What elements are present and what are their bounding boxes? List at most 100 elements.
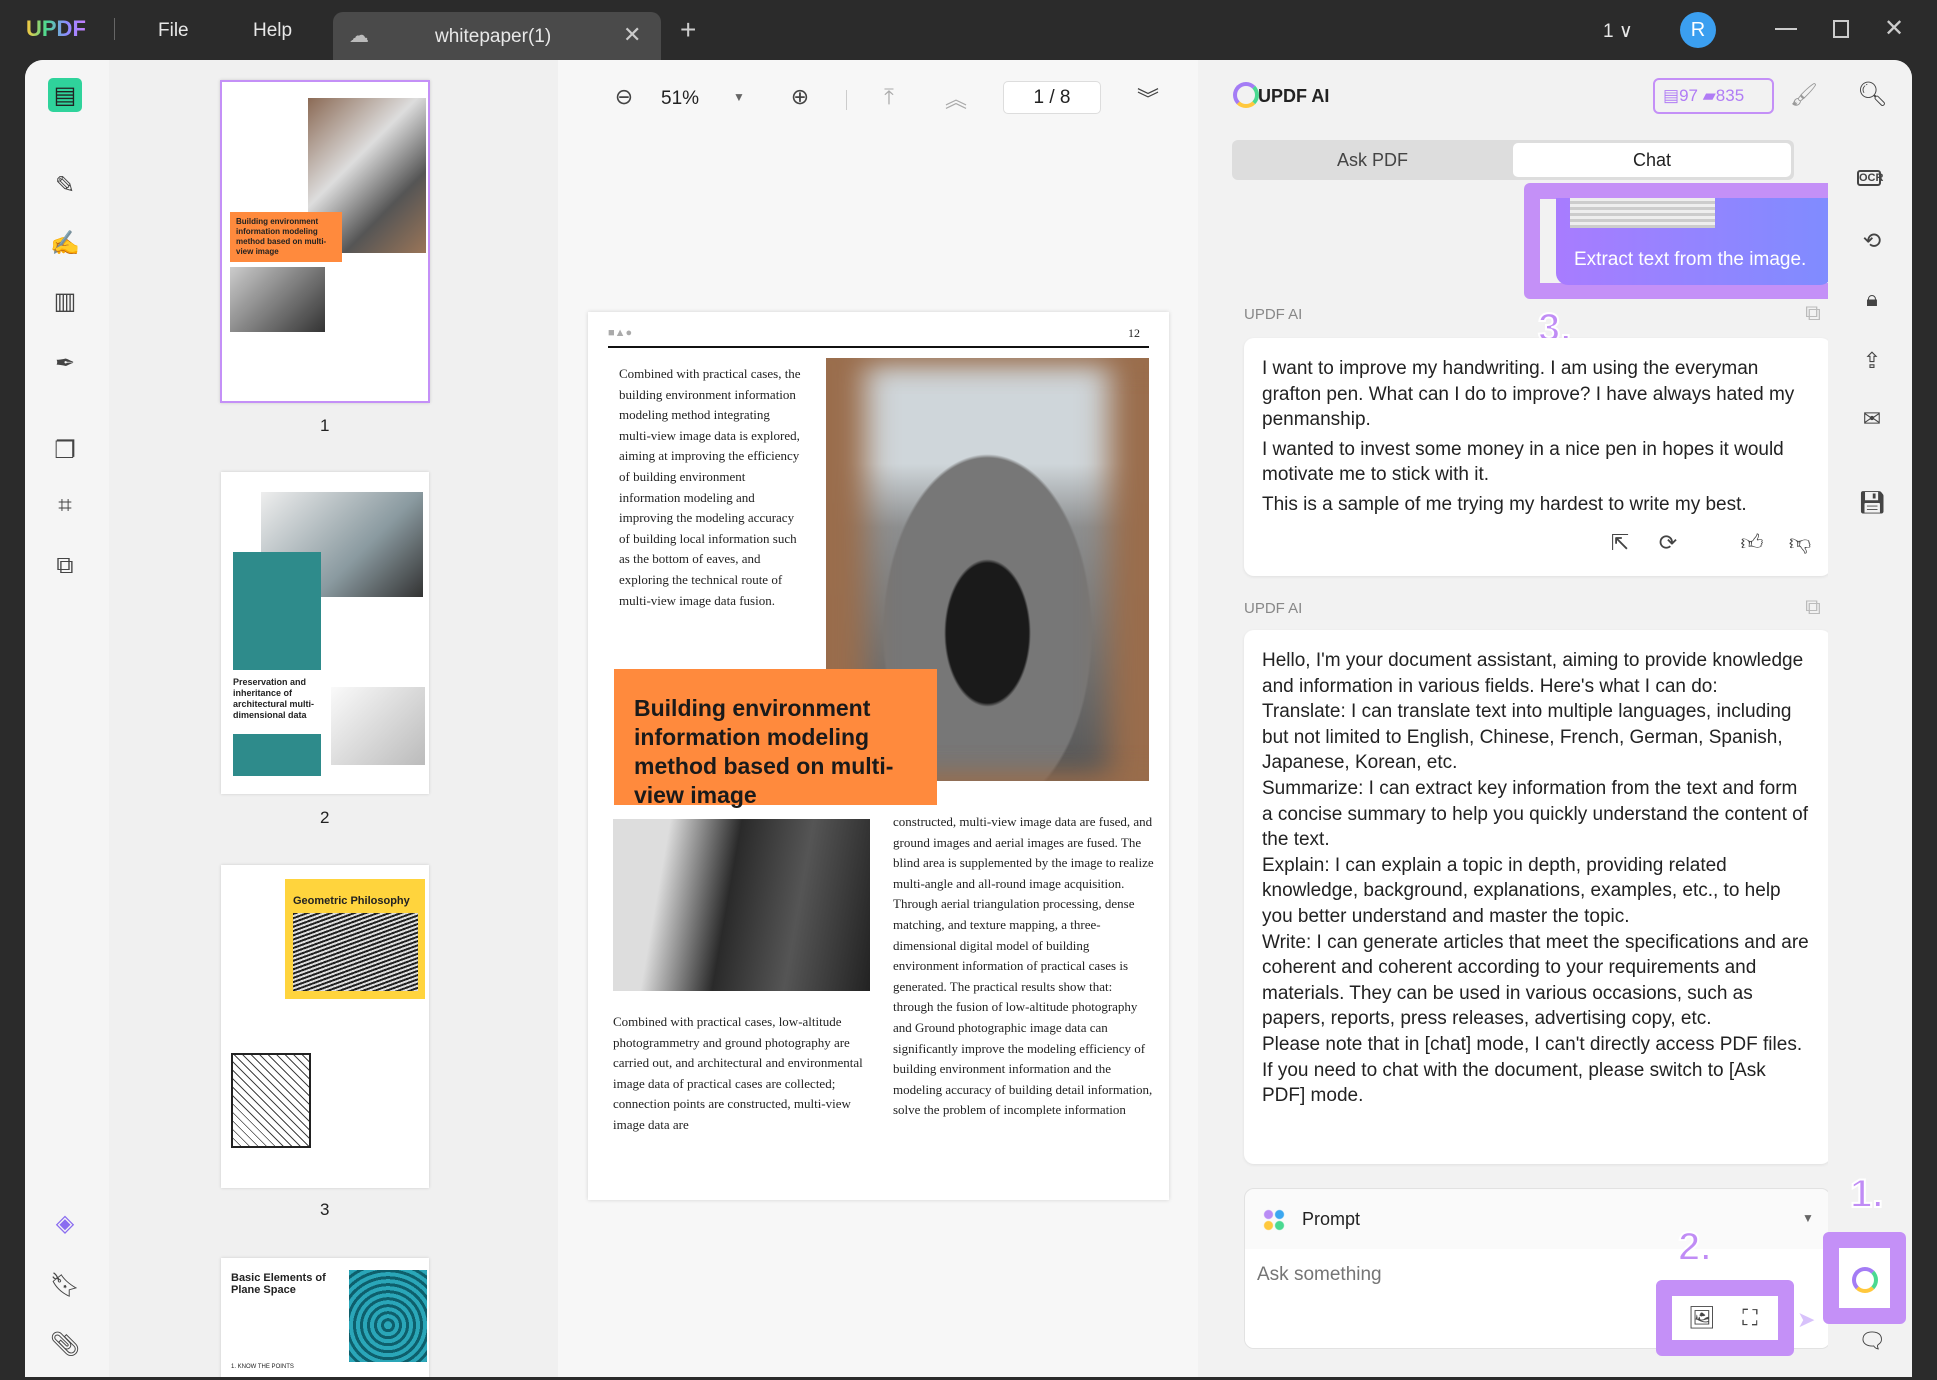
form-icon[interactable]: ▥ — [48, 284, 82, 318]
upload-image-icon[interactable]: 🖼︎ — [1687, 1305, 1717, 1331]
reply-paragraph: I wanted to invest some money in a nice … — [1262, 438, 1784, 486]
credits-badge[interactable]: ▤97 ▰835 — [1653, 78, 1774, 114]
window-count[interactable]: 1 ∨ — [1603, 20, 1633, 43]
convert-icon[interactable]: ⟲ — [1857, 228, 1887, 254]
regenerate-icon[interactable]: ⟳ — [1653, 530, 1683, 556]
thumbnail-image — [293, 913, 418, 991]
updf-ai-button[interactable] — [1852, 1267, 1878, 1293]
pdf-page: ■▲● 12 Combined with practical cases, th… — [588, 312, 1169, 1200]
ai-reply-2: Hello, I'm your document assistant, aimi… — [1244, 630, 1831, 1164]
prompt-dots-icon — [1263, 1209, 1285, 1231]
crop-icon[interactable]: ⌗ — [48, 489, 82, 523]
reply-paragraph: Summarize: I can extract key information… — [1262, 777, 1809, 851]
mode-tabs: Ask PDF Chat — [1232, 140, 1794, 180]
user-message-bubble: Extract text from the image. — [1556, 198, 1832, 285]
comment-icon[interactable]: 🗨︎ — [1857, 1328, 1887, 1354]
zoom-in-icon[interactable]: ⊕ — [785, 84, 815, 110]
thumbnail-label: 1 — [320, 416, 330, 435]
reply-paragraph: Write: I can generate articles that meet… — [1262, 931, 1809, 1030]
menu-file[interactable]: File — [158, 20, 189, 42]
thumbnail-image — [231, 1053, 311, 1148]
copy-icon[interactable]: ⧉ — [1798, 300, 1828, 326]
organize-pages-icon[interactable]: ❐ — [48, 433, 82, 467]
current-page: 1 — [1033, 87, 1045, 108]
window-count-value: 1 — [1603, 21, 1614, 42]
previous-page-icon[interactable]: ︽ — [941, 82, 971, 114]
zoom-out-icon[interactable]: ⊖ — [609, 84, 639, 110]
share-icon[interactable]: ⇪ — [1857, 348, 1887, 374]
thumbnail-page-1[interactable]: Building environment information modelin… — [220, 80, 430, 403]
menu-help[interactable]: Help — [253, 20, 292, 42]
reply-paragraph: I want to improve my handwriting. I am u… — [1262, 358, 1795, 431]
clear-brush-icon[interactable]: 🖌︎ — [1789, 82, 1819, 108]
page-header-shapes: ■▲● — [608, 327, 633, 339]
thumbnail-teal-block — [233, 552, 321, 670]
zoom-level[interactable]: 51% — [661, 88, 699, 110]
export-icon[interactable]: ⇱ — [1605, 530, 1635, 556]
thumbnail-headline: Building environment information modelin… — [230, 212, 342, 262]
thumbnail-teal-block — [233, 734, 321, 776]
thumbnail-panel: Building environment information modelin… — [109, 60, 558, 1377]
right-toolbar: 🔍︎ OCR ⟲ 🔒︎ ⇪ ✉ 💾︎ 1. 🗨︎ — [1823, 60, 1912, 1377]
reply-paragraph: Please note that in [chat] mode, I can't… — [1262, 1033, 1803, 1107]
page-tools-icon[interactable]: ⧉ — [48, 549, 82, 583]
document-viewer: ⊖ 51% ▼ ⊕ ⤒ ︽ 1 / 8 ︾ ■▲● 12 Combined wi… — [558, 60, 1198, 1377]
user-message-text: Extract text from the image. — [1574, 249, 1807, 270]
ocr-icon[interactable]: OCR — [1857, 170, 1883, 186]
sender-label: UPDF AI — [1244, 306, 1303, 323]
highlighter-icon[interactable]: ✎ — [48, 168, 82, 202]
cloud-icon: ☁ — [349, 25, 369, 47]
close-window-icon[interactable]: ✕ — [1884, 14, 1904, 43]
first-page-icon[interactable]: ⤒ — [874, 84, 904, 110]
copy-icon[interactable]: ⧉ — [1798, 594, 1828, 620]
email-icon[interactable]: ✉ — [1857, 406, 1887, 432]
layers-icon[interactable]: ◈ — [48, 1206, 82, 1240]
highlight-image-tools — [1656, 1280, 1794, 1356]
thumbnail-headline: Basic Elements of Plane Space — [231, 1272, 326, 1296]
protect-icon[interactable]: 🔒︎ — [1857, 286, 1887, 312]
close-tab-icon[interactable]: ✕ — [623, 22, 641, 48]
thumbnail-headline: Preservation and inheritance of architec… — [233, 677, 315, 720]
attachment-icon[interactable]: 📎︎ — [48, 1327, 82, 1361]
zoom-dropdown-icon[interactable]: ▼ — [733, 90, 745, 104]
thumbnail-image — [331, 687, 425, 765]
ai-panel: UPDF AI ▤97 ▰835 🖌︎ Ask PDF Chat Extract… — [1198, 60, 1849, 1377]
prompt-selector[interactable]: Prompt ▼ — [1245, 1189, 1830, 1249]
tab-chat[interactable]: Chat — [1513, 143, 1791, 177]
bookmark-icon[interactable]: 🔖︎ — [48, 1268, 82, 1302]
send-icon[interactable]: ➤ — [1797, 1307, 1815, 1333]
sign-icon[interactable]: ✒ — [48, 346, 82, 380]
total-pages: 8 — [1059, 87, 1071, 108]
headline-box: Building environment information modelin… — [614, 669, 937, 808]
thumbnail-label: 2 — [320, 808, 330, 827]
next-page-icon[interactable]: ︾ — [1133, 82, 1163, 114]
avatar[interactable]: R — [1680, 12, 1716, 48]
ai-title: UPDF AI — [1258, 86, 1330, 106]
reply-paragraph: Translate: I can translate text into mul… — [1262, 701, 1792, 774]
thumbs-down-icon[interactable]: 👎︎ — [1785, 530, 1815, 556]
maximize-icon[interactable] — [1833, 20, 1849, 38]
document-tab[interactable]: ☁ whitepaper(1) ✕ — [333, 12, 661, 60]
body-column-1: Combined with practical cases, low-altit… — [613, 1014, 863, 1132]
screenshot-crop-icon[interactable]: ⛶ — [1735, 1305, 1765, 1331]
tab-ask-pdf[interactable]: Ask PDF — [1232, 140, 1513, 180]
reply-paragraph: This is a sample of me trying my hardest… — [1262, 493, 1747, 515]
page-number-input[interactable]: 1 / 8 — [1003, 81, 1101, 114]
minimize-icon[interactable] — [1775, 28, 1797, 30]
thumbnail-sub: 1. KNOW THE POINTS — [231, 1364, 294, 1370]
divider — [846, 90, 847, 110]
new-tab-icon[interactable]: + — [680, 14, 696, 46]
thumbs-up-icon[interactable]: 👍︎ — [1737, 530, 1767, 556]
edit-pdf-icon[interactable]: ✍ — [48, 226, 82, 260]
credits-a: 97 — [1679, 86, 1698, 105]
thumbnail-page-3[interactable]: Geometric Philosophy — [221, 865, 429, 1188]
intro-text: Combined with practical cases, the build… — [619, 366, 801, 608]
thumbnail-headline: Geometric Philosophy — [293, 895, 410, 907]
reader-icon[interactable]: ▤ — [48, 78, 82, 112]
thumbnail-page-4[interactable]: Basic Elements of Plane Space 1. KNOW TH… — [221, 1258, 429, 1377]
app-main: ▤ ✎ ✍ ▥ ✒ ❐ ⌗ ⧉ ◈ 🔖︎ 📎︎ Building environ… — [25, 60, 1912, 1377]
thumbnail-page-2[interactable]: Preservation and inheritance of architec… — [221, 472, 429, 794]
thumbnail-image — [230, 267, 325, 332]
search-icon[interactable]: 🔍︎ — [1857, 80, 1887, 109]
save-icon[interactable]: 💾︎ — [1857, 490, 1887, 516]
